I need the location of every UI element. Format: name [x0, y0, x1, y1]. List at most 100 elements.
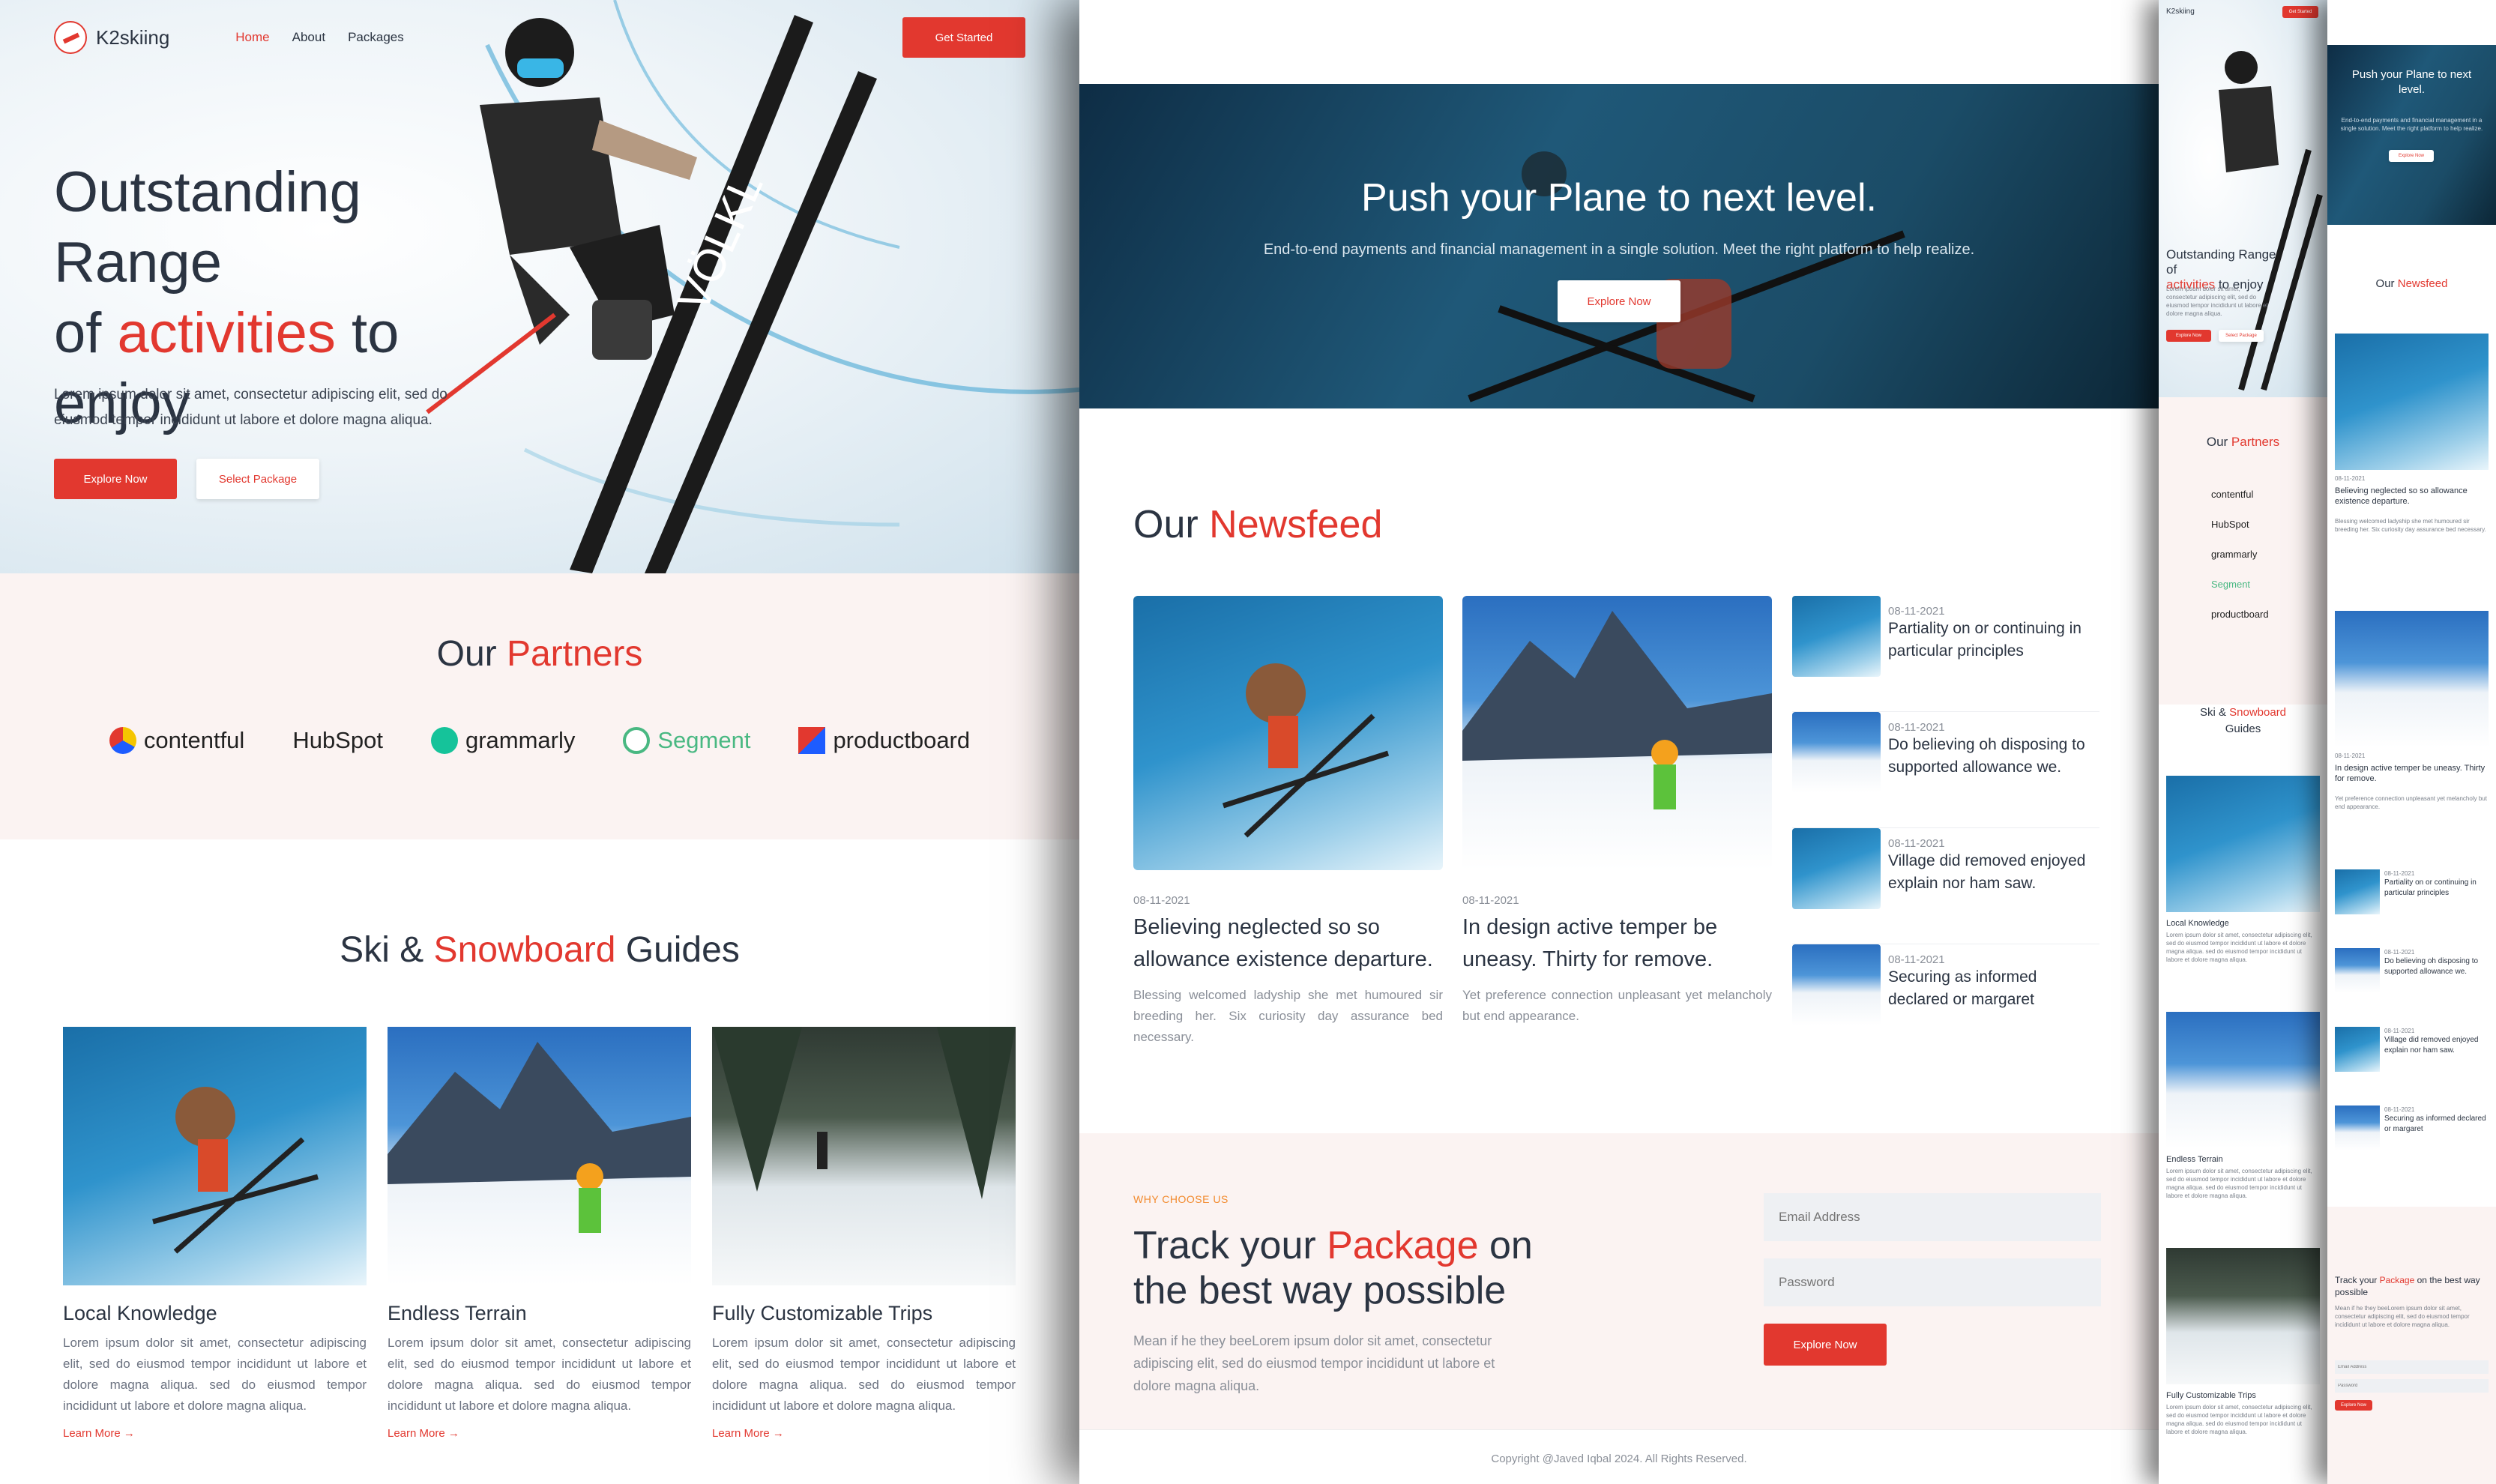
news-item-title: Village did removed enjoyed explain nor …	[1888, 852, 2086, 892]
track-package-section: WHY CHOOSE US Track your Package on the …	[1079, 1133, 2159, 1429]
productboard-logo-icon	[798, 727, 826, 754]
mobile-guide-image	[2166, 1248, 2320, 1384]
jumping-skier-image	[1222, 663, 1390, 838]
news-list-item[interactable]: 08-11-2021 Do believing oh disposing to s…	[1792, 712, 2099, 828]
news-card-text: Yet preference connection unpleasant yet…	[1462, 988, 1772, 1023]
hero-heading-to: to	[335, 301, 400, 365]
nav-link-about[interactable]: About	[292, 30, 325, 45]
mobile-partner-productboard[interactable]: productboard	[2211, 600, 2269, 630]
mobile-banner-title: Push your Plane to next level.	[2351, 68, 2472, 96]
partner-contentful[interactable]: contentful	[109, 727, 244, 754]
mobile-partner-contentful[interactable]: contentful	[2211, 480, 2269, 510]
get-started-button[interactable]: Get Started	[902, 17, 1025, 58]
mobile-track-heading-pre: Track your	[2335, 1275, 2380, 1285]
mobile-partner-segment[interactable]: Segment	[2211, 570, 2269, 600]
mobile-banner-button[interactable]: Explore Now	[2389, 150, 2434, 162]
partner-hubspot[interactable]: HubSpot	[292, 727, 383, 754]
mobile-banner-text: End-to-end payments and financial manage…	[2340, 117, 2483, 132]
guide-card: Local Knowledge Lorem ipsum dolor sit am…	[63, 1027, 367, 1440]
partner-contentful-label: contentful	[143, 727, 245, 753]
mobile-news-title: Believing neglected so so allowance exis…	[2335, 486, 2468, 506]
mobile-guides-title-pre: Ski &	[2199, 706, 2230, 719]
partner-productboard[interactable]: productboard	[798, 727, 970, 754]
news-card[interactable]: 08-11-2021 Believing neglected so so all…	[1133, 596, 1443, 1048]
banner-explore-button[interactable]: Explore Now	[1558, 280, 1680, 322]
partner-grammarly-label: grammarly	[465, 727, 576, 753]
news-item-date: 08-11-2021	[1888, 605, 1945, 618]
explore-now-button[interactable]: Explore Now	[54, 459, 177, 499]
mobile-hero: K2skiing Get Started Outstanding Range o…	[2159, 0, 2327, 397]
copyright-footer: Copyright @Javed Iqbal 2024. All Rights …	[1079, 1429, 2159, 1484]
mobile-password-field[interactable]	[2335, 1379, 2489, 1393]
learn-more-link[interactable]: Learn More →	[388, 1427, 691, 1440]
mobile-top-spacer	[2327, 0, 2496, 45]
mobile-news-item-date: 08-11-2021	[2384, 1028, 2415, 1034]
news-card-image	[1133, 596, 1443, 870]
track-explore-button[interactable]: Explore Now	[1764, 1324, 1887, 1366]
mobile-guide-text: Lorem ipsum dolor sit amet, consectetur …	[2166, 1168, 2312, 1199]
partner-productboard-label: productboard	[833, 727, 971, 753]
mobile-get-started-button[interactable]: Get Started	[2282, 6, 2318, 18]
partner-segment[interactable]: Segment	[623, 727, 750, 754]
mobile-partner-grammarly[interactable]: grammarly	[2211, 540, 2269, 570]
brand-logo[interactable]: K2skiing	[54, 21, 169, 54]
learn-more-link[interactable]: Learn More →	[63, 1427, 367, 1440]
news-list-item[interactable]: 08-11-2021 Village did removed enjoyed ex…	[1792, 828, 2099, 944]
news-item-title: Do believing oh disposing to supported a…	[1888, 736, 2085, 776]
mobile-news-item-title: Village did removed enjoyed explain nor …	[2384, 1036, 2479, 1055]
mobile-track-heading: Track your Package on the best way possi…	[2335, 1274, 2489, 1298]
hero-description: Lorem ipsum dolor sit amet, consectetur …	[54, 387, 447, 428]
mobile-guides-title-post: Guides	[2225, 723, 2261, 735]
mobile-news-list-item[interactable]: 08-11-2021 Do believing oh disposing to s…	[2335, 948, 2489, 1027]
mobile-hero-text: Lorem ipsum dolor sit amet, consectetur …	[2166, 286, 2268, 317]
nav-link-packages[interactable]: Packages	[348, 30, 404, 45]
password-field[interactable]	[1764, 1258, 2101, 1306]
mobile-news-item-title: Securing as informed declared or margare…	[2384, 1114, 2486, 1133]
mobile-explore-button[interactable]: Explore Now	[2166, 330, 2211, 342]
mobile-news-date: 08-11-2021	[2335, 475, 2366, 482]
mobile-news-thumb	[2335, 1027, 2380, 1072]
partner-grammarly[interactable]: grammarly	[430, 727, 576, 754]
hero-section: VÖLKL K2skiing Home About Packages Get S…	[0, 0, 1079, 573]
mobile-partner-logos: contentful HubSpot grammarly Segment pro…	[2211, 480, 2269, 630]
mobile-guide-text: Lorem ipsum dolor sit amet, consectetur …	[2166, 932, 2312, 963]
guide-card-text: Lorem ipsum dolor sit amet, consectetur …	[63, 1336, 367, 1413]
email-field[interactable]	[1764, 1193, 2101, 1241]
contentful-logo-icon	[109, 727, 136, 754]
partners-title-accent: Partners	[506, 634, 643, 674]
news-card-title: In design active temper be uneasy. Thirt…	[1462, 915, 1718, 971]
mobile-news-list-item[interactable]: 08-11-2021 Village did removed enjoyed ex…	[2335, 1027, 2489, 1106]
guide-card-text: Lorem ipsum dolor sit amet, consectetur …	[712, 1336, 1016, 1413]
mobile-partner-hubspot[interactable]: HubSpot	[2211, 510, 2269, 540]
learn-more-link[interactable]: Learn More →	[712, 1427, 1016, 1440]
mobile-guide-image	[2166, 1012, 2320, 1148]
mobile-news-text: Yet preference connection unpleasant yet…	[2335, 795, 2487, 810]
mobile-track-section: Track your Package on the best way possi…	[2327, 1207, 2496, 1484]
news-list-item[interactable]: 08-11-2021 Partiality on or continuing in…	[1792, 596, 2099, 712]
guide-card: Fully Customizable Trips Lorem ipsum dol…	[712, 1027, 1016, 1440]
news-card[interactable]: 08-11-2021 In design active temper be un…	[1462, 596, 1772, 1027]
forest-trail-image	[712, 1027, 1016, 1199]
cta-banner: Push your Plane to next level. End-to-en…	[1079, 84, 2159, 408]
mobile-select-package-button[interactable]: Select Package	[2219, 330, 2264, 342]
select-package-button[interactable]: Select Package	[196, 459, 319, 499]
mobile-news-list-item[interactable]: 08-11-2021 Securing as informed declared …	[2335, 1106, 2489, 1184]
news-card-text: Blessing welcomed ladyship she met humou…	[1133, 988, 1443, 1044]
mountain-skier-image	[388, 1042, 691, 1233]
mobile-track-button[interactable]: Explore Now	[2335, 1400, 2372, 1411]
track-heading-line1: Track your Package on	[1133, 1223, 1533, 1268]
mobile-news-item-date: 08-11-2021	[2384, 870, 2415, 877]
mobile-news-thumb	[2335, 948, 2380, 993]
nav-link-home[interactable]: Home	[235, 30, 269, 45]
news-list-item[interactable]: 08-11-2021 Securing as informed declared …	[1792, 944, 2099, 1061]
mobile-news-list-item[interactable]: 08-11-2021 Partiality on or continuing in…	[2335, 869, 2489, 948]
mobile-news-item-title: Partiality on or continuing in particula…	[2384, 878, 2477, 897]
mobile-brand-name[interactable]: K2skiing	[2166, 7, 2195, 16]
news-item-date: 08-11-2021	[1888, 953, 1945, 966]
mobile-newsfeed-title-accent: Newsfeed	[2397, 277, 2448, 290]
mobile-email-field[interactable]	[2335, 1360, 2489, 1374]
hero-heading-line1: Outstanding Range	[54, 160, 361, 295]
mobile-news-item-date: 08-11-2021	[2384, 949, 2415, 956]
brand-name: K2skiing	[96, 25, 170, 49]
mobile-news-title: In design active temper be uneasy. Thirt…	[2335, 764, 2486, 783]
